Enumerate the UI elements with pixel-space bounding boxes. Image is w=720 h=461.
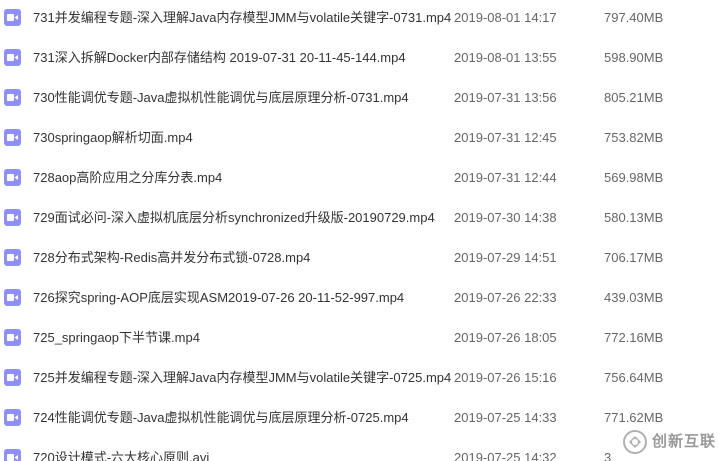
video-file-icon [4,89,21,106]
file-modified-date: 2019-07-30 14:38 [454,210,557,225]
file-row[interactable]: 730springaop解析切面.mp4 2019-07-31 12:45 753.… [0,119,720,159]
file-modified-date: 2019-08-01 13:55 [454,50,557,65]
file-name[interactable]: 726探究spring-AOP底层实现ASM2019-07-26 20-11-5… [33,289,404,306]
file-size: 580.13MB [604,210,664,225]
file-size: 805.21MB [604,90,664,105]
file-name[interactable]: 729面试必问-深入虚拟机底层分析synchronized升级版-2019072… [33,209,435,226]
file-name[interactable]: 725_springaop下半节课.mp4 [33,329,200,346]
watermark-text: 创新互联 [652,433,717,450]
video-file-icon [4,289,21,306]
video-file-icon [4,209,21,226]
file-row[interactable]: 724性能调优专题-Java虚拟机性能调优与底层原理分析-0725.mp4 201… [0,399,720,439]
file-size: 439.03MB [604,290,664,305]
video-file-icon [4,49,21,66]
file-size: 3 [604,450,612,461]
file-modified-date: 2019-07-26 22:33 [454,290,557,305]
file-size: 569.98MB [604,170,664,185]
video-file-icon [4,129,21,146]
file-row[interactable]: 730性能调优专题-Java虚拟机性能调优与底层原理分析-0731.mp4 201… [0,79,720,119]
video-file-icon [4,369,21,386]
file-row[interactable]: 728aop高阶应用之分库分表.mp4 2019-07-31 12:44 569.9… [0,159,720,199]
file-name[interactable]: 728aop高阶应用之分库分表.mp4 [33,169,222,186]
file-size: 706.17MB [604,250,664,265]
file-modified-date: 2019-07-29 14:51 [454,250,557,265]
file-modified-date: 2019-07-31 13:56 [454,90,557,105]
video-file-icon [4,9,21,26]
file-row[interactable]: 731并发编程专题-深入理解Java内存模型JMM与volatile关键字-07… [0,0,720,39]
file-list: 731并发编程专题-深入理解Java内存模型JMM与volatile关键字-07… [0,0,720,461]
file-size: 797.40MB [604,10,664,25]
file-modified-date: 2019-08-01 14:17 [454,10,557,25]
file-row[interactable]: 725_springaop下半节课.mp4 2019-07-26 18:05 772… [0,319,720,359]
file-size: 598.90MB [604,50,664,65]
file-size: 756.64MB [604,370,664,385]
video-file-icon [4,449,21,461]
file-row[interactable]: 726探究spring-AOP底层实现ASM2019-07-26 20-11-5… [0,279,720,319]
video-file-icon [4,409,21,426]
watermark: 创新互联 [618,424,720,461]
file-modified-date: 2019-07-31 12:44 [454,170,557,185]
file-size: 772.16MB [604,330,664,345]
video-file-icon [4,249,21,266]
file-name[interactable]: 730springaop解析切面.mp4 [33,129,193,146]
file-name[interactable]: 725并发编程专题-深入理解Java内存模型JMM与volatile关键字-07… [33,369,451,386]
file-row[interactable]: 731深入拆解Docker内部存储结构 2019-07-31 20-11-45-… [0,39,720,79]
file-modified-date: 2019-07-26 15:16 [454,370,557,385]
file-name[interactable]: 731并发编程专题-深入理解Java内存模型JMM与volatile关键字-07… [33,9,451,26]
file-name[interactable]: 720设计模式-六大核心原则.avi [33,449,209,461]
file-row[interactable]: 729面试必问-深入虚拟机底层分析synchronized升级版-2019072… [0,199,720,239]
video-file-icon [4,329,21,346]
file-modified-date: 2019-07-25 14:32 [454,450,557,461]
watermark-logo-icon [623,430,647,454]
file-row[interactable]: 725并发编程专题-深入理解Java内存模型JMM与volatile关键字-07… [0,359,720,399]
file-modified-date: 2019-07-26 18:05 [454,330,557,345]
file-modified-date: 2019-07-25 14:33 [454,410,557,425]
file-name[interactable]: 724性能调优专题-Java虚拟机性能调优与底层原理分析-0725.mp4 [33,409,409,426]
file-name[interactable]: 728分布式架构-Redis高并发分布式锁-0728.mp4 [33,249,310,266]
file-modified-date: 2019-07-31 12:45 [454,130,557,145]
file-size: 753.82MB [604,130,664,145]
video-file-icon [4,169,21,186]
file-row[interactable]: 728分布式架构-Redis高并发分布式锁-0728.mp4 2019-07-29… [0,239,720,279]
file-row[interactable]: 720设计模式-六大核心原则.avi 2019-07-25 14:32 3 [0,439,720,461]
file-name[interactable]: 731深入拆解Docker内部存储结构 2019-07-31 20-11-45-… [33,49,406,66]
file-name[interactable]: 730性能调优专题-Java虚拟机性能调优与底层原理分析-0731.mp4 [33,89,409,106]
